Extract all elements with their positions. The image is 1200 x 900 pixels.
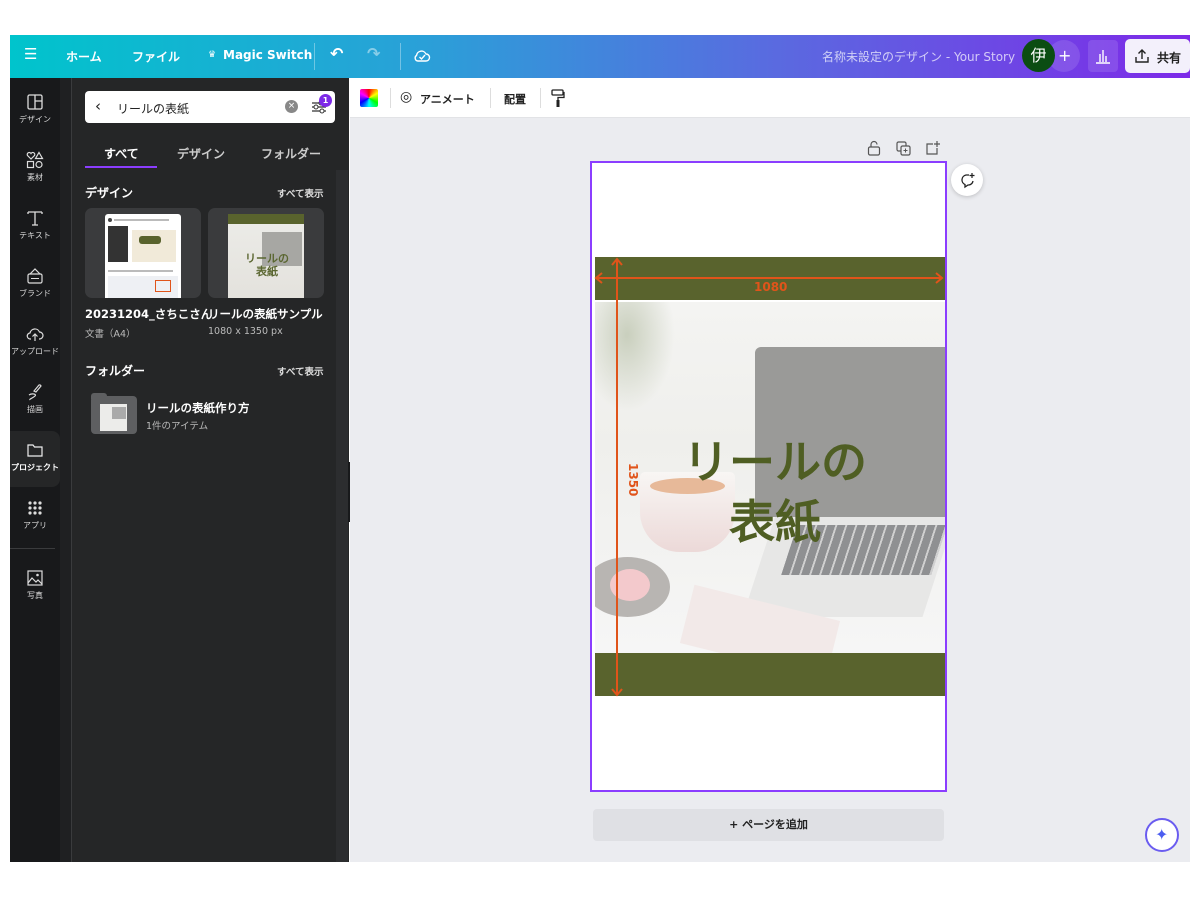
apps-grid-icon [28,501,42,515]
magic-assistant-button[interactable]: ✦ [1145,818,1179,852]
cover-preview: リールの 表紙 [228,214,304,298]
design-thumbnail[interactable]: リールの 表紙 [208,208,324,298]
bar-chart-icon [1096,50,1110,64]
designs-heading: デザイン [85,186,134,200]
rail-label: 素材 [27,173,43,182]
rail-item-apps[interactable]: アプリ [10,489,60,545]
folder-icon [27,444,43,457]
cloud-saved-icon[interactable] [413,47,431,65]
thumbnail-title: リールの 表紙 [245,252,289,278]
layout-icon [27,94,43,110]
rail-item-design[interactable]: デザイン [10,83,60,139]
rail-item-brand[interactable]: ブランド [10,257,60,313]
design-title[interactable]: リールの表紙サンプル [208,306,323,322]
folder-title[interactable]: リールの表紙作り方 [146,400,250,416]
folders-see-all-link[interactable]: すべて表示 [277,364,323,378]
top-bar: ☰ ホーム ファイル ♛ Magic Switch ↶ ↷ 名称未設定のデザイン… [10,35,1190,78]
elements-icon [26,151,44,169]
rail-label: アップロード [11,347,59,356]
upload-cloud-icon [26,328,44,341]
color-picker-icon[interactable] [360,89,378,107]
rail-gutter [60,78,72,862]
search-input[interactable]: ‹ リールの表紙 × 1 [85,91,335,123]
folder-subtitle: 1件のアイテム [146,421,209,432]
editor-toolbar: ◎ アニメート 配置 [350,79,1190,118]
rail-item-upload[interactable]: アップロード [10,315,60,371]
designs-see-all-link[interactable]: すべて表示 [277,186,323,200]
divider [314,43,315,70]
crown-icon: ♛ [208,50,217,60]
clear-search-icon[interactable]: × [285,100,298,113]
rail-label: 描画 [27,405,43,414]
divider [400,43,401,70]
rail-item-elements[interactable]: 素材 [10,141,60,197]
magic-switch-button[interactable]: Magic Switch [223,48,312,62]
avatar[interactable]: 伊 [1022,39,1055,72]
folders-heading: フォルダー [85,364,146,378]
measurement-guides [594,257,944,697]
rail-label: テキスト [19,231,51,240]
height-measure-label: 1350 [626,463,640,497]
rail-label: ブランド [19,289,51,298]
upload-share-icon [1135,49,1149,63]
home-menu[interactable]: ホーム [66,48,102,65]
insights-button[interactable] [1088,40,1118,72]
brand-icon [27,268,43,284]
photo-icon [27,570,43,586]
share-button[interactable]: 共有 [1125,39,1190,73]
lock-icon[interactable] [867,140,881,156]
redo-icon[interactable]: ↷ [367,44,380,63]
filter-count-badge: 1 [319,94,332,107]
design-page[interactable]: リールの 表紙 1080 1350 [590,161,947,792]
undo-icon[interactable]: ↶ [330,44,343,63]
rail-item-text[interactable]: テキスト [10,199,60,255]
rail-item-projects[interactable]: プロジェクト [10,431,60,487]
rail-label: デザイン [19,115,51,124]
add-page-icon[interactable] [925,140,941,156]
back-chevron-icon[interactable]: ‹ [95,97,101,115]
divider [10,548,55,549]
width-measure-label: 1080 [754,280,788,294]
paint-roller-icon[interactable] [551,89,565,108]
tab-all[interactable]: すべて [104,145,139,162]
rail-label: アプリ [23,521,47,530]
position-button[interactable]: 配置 [504,91,526,107]
add-page-button[interactable]: + ページを追加 [593,809,944,841]
tab-folders[interactable]: フォルダー [261,145,321,162]
design-subtitle: 文書（A4） [85,329,136,340]
tab-designs[interactable]: デザイン [177,145,225,162]
rail-item-draw[interactable]: 描画 [10,373,60,429]
active-tab-indicator [85,166,157,168]
rail-label: プロジェクト [11,463,59,472]
document-preview [105,214,181,298]
file-menu[interactable]: ファイル [132,48,180,65]
height-measure-line [611,257,623,697]
duplicate-page-icon[interactable] [896,141,912,156]
design-subtitle: 1080 x 1350 px [208,326,283,337]
folder-thumbnail-icon[interactable] [91,393,137,434]
share-label: 共有 [1157,51,1182,65]
design-title[interactable]: 20231204_さちこさん [85,306,212,322]
rail-item-photos[interactable]: 写真 [10,559,60,615]
design-title[interactable]: 名称未設定のデザイン - Your Story [822,48,1015,65]
add-comment-button[interactable] [951,164,983,196]
rail-label: 写真 [27,591,43,600]
left-rail: デザイン 素材 テキスト ブランド アップロード 描画 プロジェクト アプリ 写… [10,78,60,862]
draw-icon [28,384,42,401]
text-icon [27,211,43,226]
search-value: リールの表紙 [117,102,190,116]
sparkle-icon: ✦ [1155,825,1169,844]
animate-icon: ◎ [400,89,413,105]
animate-button[interactable]: アニメート [420,91,475,107]
hamburger-icon[interactable]: ☰ [24,45,37,63]
panel-scrollbar[interactable] [336,170,348,862]
design-thumbnail[interactable] [85,208,201,298]
comment-plus-icon [961,173,975,189]
